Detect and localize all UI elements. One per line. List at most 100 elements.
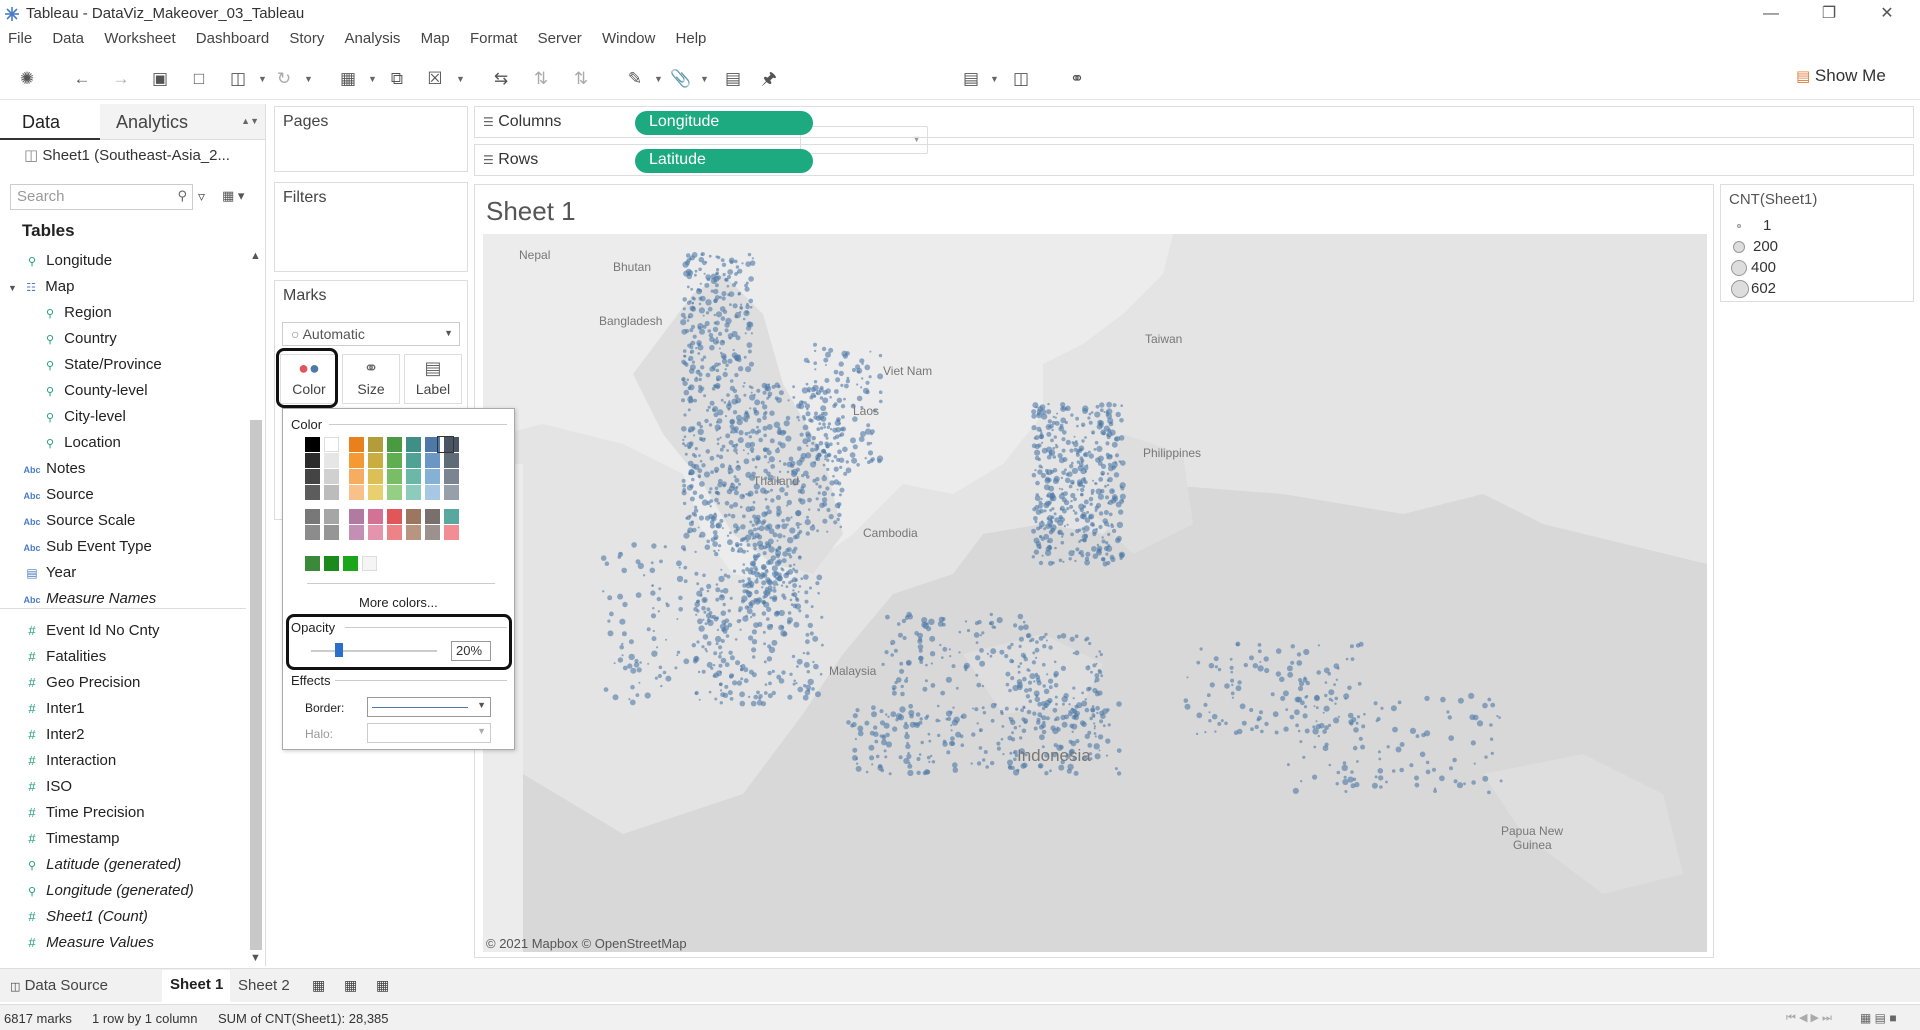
color-swatch[interactable] (387, 437, 402, 452)
redo-icon[interactable]: → (110, 68, 132, 90)
menu-format[interactable]: Format (470, 30, 518, 47)
color-swatch[interactable] (368, 485, 383, 500)
chevron-down-icon[interactable]: ▼ (700, 74, 709, 84)
field-item[interactable]: ⚲ Longitude (generated) (22, 882, 194, 902)
color-swatch[interactable] (425, 509, 440, 524)
color-swatch[interactable] (368, 437, 383, 452)
undo-icon[interactable]: ← (71, 68, 93, 90)
field-item[interactable]: Abc Notes (22, 460, 85, 480)
custom-color-swatch[interactable] (362, 556, 377, 571)
sort-descending-icon[interactable]: ⇅ (570, 68, 592, 90)
color-swatch[interactable] (444, 509, 459, 524)
color-swatch[interactable] (305, 469, 320, 484)
field-item[interactable]: # Geo Precision (22, 674, 140, 694)
color-swatch[interactable] (406, 453, 421, 468)
color-swatch[interactable] (368, 453, 383, 468)
new-worksheet-icon[interactable]: ▦ (312, 977, 325, 994)
color-swatch[interactable] (349, 525, 364, 540)
map[interactable]: Nepal Bhutan Bangladesh Taiwan Viet Nam … (483, 234, 1707, 952)
color-swatch[interactable] (349, 509, 364, 524)
filter-icon[interactable]: ▿ (198, 188, 205, 205)
mark-type-select[interactable]: ○ Automatic ▼ (282, 322, 460, 346)
color-swatch[interactable] (444, 453, 459, 468)
color-swatch[interactable] (349, 453, 364, 468)
tab-sheet1[interactable]: Sheet 1 (162, 970, 230, 1002)
minimize-icon[interactable]: — (1748, 2, 1794, 26)
color-swatch[interactable] (305, 525, 320, 540)
color-swatch[interactable] (349, 485, 364, 500)
custom-color-swatch[interactable] (305, 556, 320, 571)
color-swatch[interactable] (406, 437, 421, 452)
size-legend[interactable]: CNT(Sheet1) 1 200 400 602 (1720, 184, 1914, 302)
color-swatch[interactable] (387, 525, 402, 540)
field-item[interactable]: # Measure Values (22, 934, 154, 954)
group-members-icon[interactable]: 📎 (670, 68, 692, 90)
chevron-down-icon[interactable]: ▼ (304, 74, 313, 84)
menu-worksheet[interactable]: Worksheet (104, 30, 175, 47)
color-swatch[interactable] (305, 437, 320, 452)
color-swatch[interactable] (406, 485, 421, 500)
tab-sheet2[interactable]: Sheet 2 (238, 977, 290, 994)
field-item[interactable]: # Sheet1 (Count) (22, 908, 148, 928)
map-attribution[interactable]: © 2021 Mapbox © OpenStreetMap (486, 936, 687, 951)
color-swatch[interactable] (406, 469, 421, 484)
field-item[interactable]: # Fatalities (22, 648, 106, 668)
search-input[interactable]: Search ⚲ (10, 184, 193, 210)
field-item[interactable]: # Inter2 (22, 726, 84, 746)
color-swatch[interactable] (425, 525, 440, 540)
sheet-nav-icon[interactable]: ⏮ ◀ ▶ ⏭ (1786, 1011, 1832, 1025)
color-swatch[interactable] (387, 485, 402, 500)
new-story-icon[interactable]: ▦ (376, 977, 389, 994)
scrollbar[interactable]: ▲ ▼ (248, 250, 264, 964)
menu-help[interactable]: Help (676, 30, 707, 47)
menu-window[interactable]: Window (602, 30, 655, 47)
field-item[interactable]: # Interaction (22, 752, 116, 772)
field-item[interactable]: # ISO (22, 778, 72, 798)
chevron-down-icon[interactable]: ▼ (8, 283, 17, 293)
menu-dashboard[interactable]: Dashboard (196, 30, 269, 47)
color-swatch[interactable] (387, 509, 402, 524)
search-icon[interactable]: ⚲ (177, 188, 187, 204)
color-swatch[interactable] (349, 469, 364, 484)
border-select[interactable]: ▼ (367, 697, 491, 717)
custom-color-swatch[interactable] (343, 556, 358, 571)
chevron-down-icon[interactable]: ▼ (368, 74, 377, 84)
new-dashboard-icon[interactable]: ▦ (344, 977, 357, 994)
more-colors-link[interactable]: More colors... (359, 595, 438, 610)
color-swatch[interactable] (349, 437, 364, 452)
field-item[interactable]: ⚲ Location (40, 434, 121, 454)
swap-rows-columns-icon[interactable]: ⇆ (490, 68, 512, 90)
field-item[interactable]: ⚲ City-level (40, 408, 126, 428)
columns-shelf[interactable]: ☰ Columns Longitude (474, 106, 1914, 138)
field-item[interactable]: Abc Measure Names (22, 590, 156, 610)
rows-shelf[interactable]: ☰ Rows Latitude (474, 144, 1914, 176)
menu-map[interactable]: Map (421, 30, 450, 47)
tab-data[interactable]: Data (0, 104, 100, 140)
tab-analytics[interactable]: Analytics ▲▼ (100, 104, 265, 140)
color-swatch[interactable] (387, 453, 402, 468)
field-item[interactable]: ⚲ Longitude (22, 252, 112, 272)
color-swatch[interactable] (305, 509, 320, 524)
color-swatch[interactable] (425, 485, 440, 500)
color-swatch[interactable] (368, 525, 383, 540)
menu-story[interactable]: Story (289, 30, 324, 47)
fix-axes-icon[interactable]: 🖈 (758, 68, 780, 90)
field-item[interactable]: ⚲ Region (40, 304, 112, 324)
field-item[interactable]: ⚲ State/Province (40, 356, 162, 376)
label-button[interactable]: ▤ Label (404, 354, 462, 404)
datasource-item[interactable]: ◫ Sheet1 (Southeast-Asia_2... (24, 146, 230, 164)
chevron-down-icon[interactable]: ▼ (990, 74, 999, 84)
chevron-down-icon[interactable]: ▼ (258, 74, 267, 84)
scroll-up-icon[interactable]: ▲ (250, 250, 261, 262)
view-options-icon[interactable]: ▦ ▾ (222, 188, 244, 204)
color-swatch[interactable] (406, 525, 421, 540)
menu-file[interactable]: File (8, 30, 32, 47)
close-icon[interactable]: ✕ (1864, 2, 1910, 26)
save-icon[interactable]: ▣ (149, 68, 171, 90)
show-me-button[interactable]: ▤ Show Me (1796, 66, 1886, 86)
pause-updates-icon[interactable]: ◫ (227, 68, 249, 90)
menu-server[interactable]: Server (538, 30, 582, 47)
color-swatch[interactable] (387, 469, 402, 484)
color-swatch[interactable] (444, 485, 459, 500)
color-swatch[interactable] (305, 453, 320, 468)
